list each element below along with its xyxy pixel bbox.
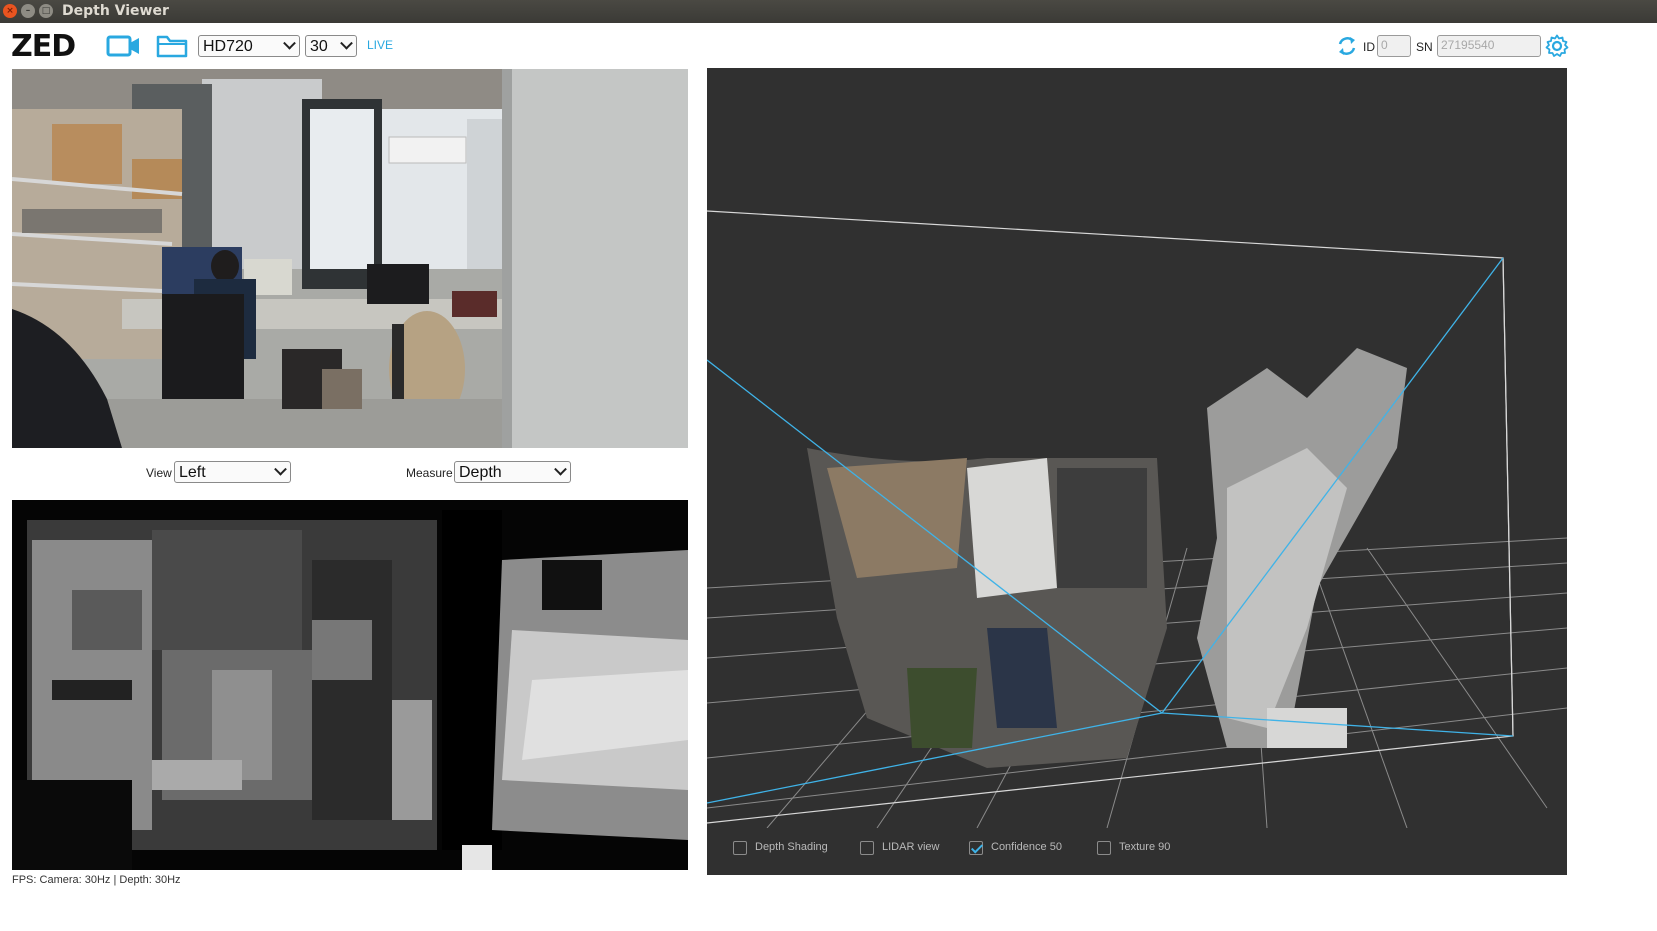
chevron-down-icon: [274, 462, 287, 476]
fps-readout: FPS: Camera: 30Hz | Depth: 30Hz: [12, 874, 181, 886]
live-status: LIVE: [367, 38, 394, 52]
depth-map-image: [12, 500, 688, 870]
lidar-view-label: LIDAR view: [882, 841, 940, 853]
zed-logo: ZED: [11, 29, 76, 64]
id-label: ID: [1363, 40, 1375, 54]
refresh-icon[interactable]: [1336, 35, 1358, 61]
chevron-down-icon: [283, 36, 296, 50]
chevron-down-icon: [554, 462, 567, 476]
fps-select-value: 30: [310, 38, 328, 55]
measure-label: Measure: [406, 466, 453, 480]
resolution-select[interactable]: HD720: [198, 35, 300, 57]
left-camera-image: [12, 69, 688, 448]
window-titlebar: × – □ Depth Viewer: [0, 0, 1657, 23]
point-cloud-viewer[interactable]: Depth Shading LIDAR view Confidence 50 T…: [707, 68, 1567, 875]
depth-shading-label: Depth Shading: [755, 841, 828, 853]
video-camera-icon[interactable]: [106, 34, 142, 62]
sn-label: SN: [1416, 40, 1433, 54]
maximize-window-button[interactable]: □: [39, 4, 53, 18]
window-title: Depth Viewer: [62, 3, 169, 19]
lidar-view-checkbox[interactable]: [860, 841, 874, 855]
toolbar: ZED HD720 30 LIVE ID 0 SN 27195540: [0, 23, 1657, 67]
confidence-label: Confidence 50: [991, 841, 1062, 853]
resolution-select-value: HD720: [203, 38, 253, 55]
chevron-down-icon: [340, 36, 353, 50]
minimize-window-button[interactable]: –: [21, 4, 35, 18]
point-cloud-points: [807, 348, 1407, 768]
view-label: View: [146, 466, 172, 480]
id-field[interactable]: 0: [1377, 35, 1411, 57]
texture-checkbox[interactable]: [1097, 841, 1111, 855]
gear-icon[interactable]: [1545, 34, 1569, 62]
close-window-button[interactable]: ×: [3, 4, 17, 18]
fps-select[interactable]: 30: [305, 35, 357, 57]
measure-select[interactable]: Depth: [454, 461, 571, 483]
depth-shading-checkbox[interactable]: [733, 841, 747, 855]
view-select-value: Left: [179, 464, 206, 481]
folder-icon[interactable]: [156, 33, 188, 63]
sn-field[interactable]: 27195540: [1437, 35, 1541, 57]
view-select[interactable]: Left: [174, 461, 291, 483]
confidence-checkbox[interactable]: [969, 841, 983, 855]
measure-select-value: Depth: [459, 464, 502, 481]
texture-label: Texture 90: [1119, 841, 1171, 853]
